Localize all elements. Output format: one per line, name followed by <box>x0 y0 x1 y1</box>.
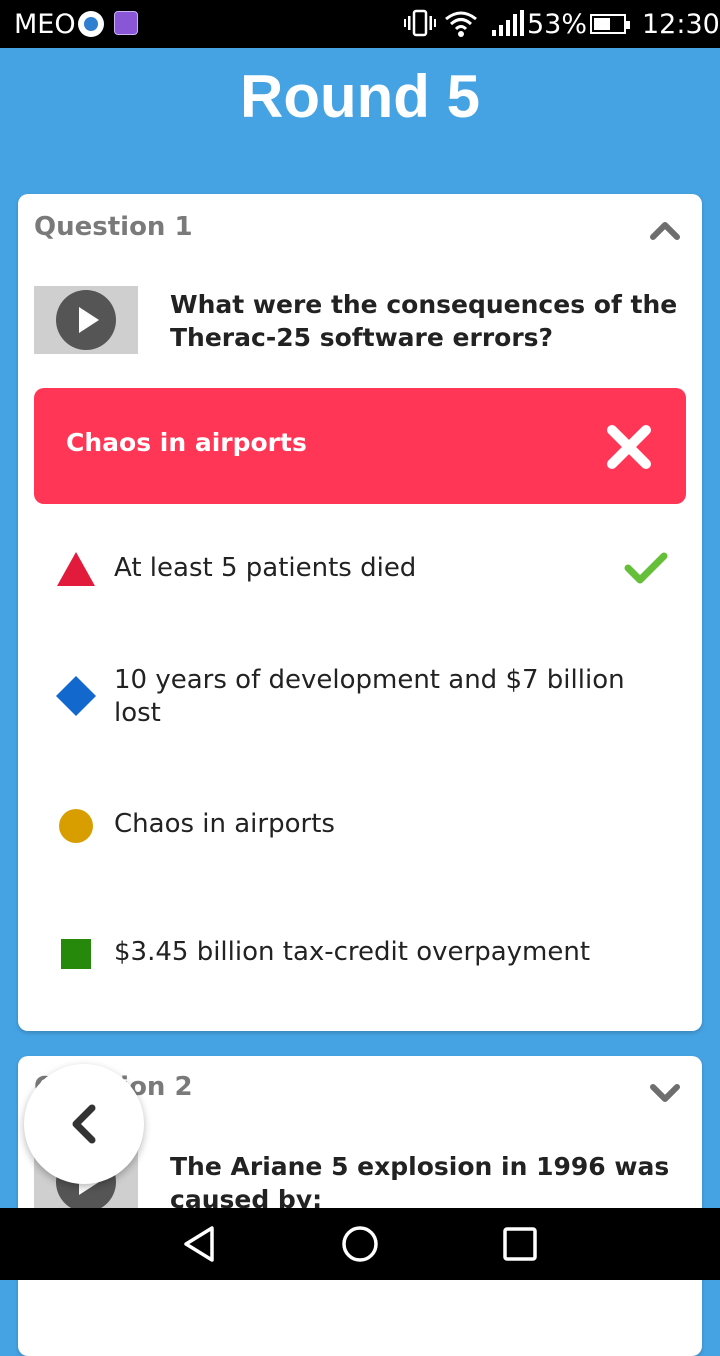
question-text: The Ariane 5 explosion in 1996 was cause… <box>170 1152 670 1214</box>
system-nav-bar <box>0 1208 720 1280</box>
nav-home-icon[interactable] <box>340 1224 380 1264</box>
wifi-icon <box>444 10 478 45</box>
page-title: Round 5 <box>240 63 480 130</box>
selected-answer: Chaos in airports <box>34 388 686 504</box>
status-bar: MEO 53% 12:30 <box>0 0 720 48</box>
answer-option: $3.45 billion tax-credit overpayment <box>34 922 686 982</box>
answer-text: 10 years of development and $7 billion l… <box>114 665 625 728</box>
selected-answer-text: Chaos in airports <box>66 428 307 457</box>
answer-option: At least 5 patients died <box>34 540 686 600</box>
question-card: Question 1 What were the consequences of… <box>18 194 702 1031</box>
answer-text: At least 5 patients died <box>114 553 417 583</box>
nav-back-icon[interactable] <box>180 1224 220 1264</box>
answer-text: Chaos in airports <box>114 809 335 839</box>
answer-text: $3.45 billion tax-credit overpayment <box>114 937 591 967</box>
square-icon <box>61 939 91 969</box>
answer-option: Chaos in airports <box>34 794 686 854</box>
notification-app-icon <box>78 11 104 37</box>
question-text: What were the consequences of the Therac… <box>170 290 678 352</box>
nav-recents-icon[interactable] <box>500 1224 540 1264</box>
vibrate-icon <box>404 8 436 45</box>
back-button[interactable] <box>24 1064 144 1184</box>
check-icon <box>624 552 668 584</box>
question-label: Question 1 <box>34 212 193 242</box>
carrier-label: MEO <box>14 9 76 40</box>
clock: 12:30 <box>642 9 720 40</box>
wrong-x-icon <box>607 425 651 469</box>
answer-option: 10 years of development and $7 billion l… <box>34 660 686 740</box>
triangle-icon <box>57 552 95 586</box>
notification-gallery-icon <box>114 11 138 35</box>
video-thumbnail[interactable] <box>34 286 138 354</box>
chevron-down-icon[interactable] <box>650 1084 680 1104</box>
circle-icon <box>59 809 93 843</box>
battery-icon <box>590 14 630 34</box>
chevron-up-icon[interactable] <box>650 220 680 240</box>
play-icon[interactable] <box>56 290 116 350</box>
chevron-left-icon <box>72 1104 96 1144</box>
signal-icon <box>492 10 524 45</box>
battery-percent: 53% <box>527 9 588 40</box>
diamond-icon <box>56 676 96 716</box>
